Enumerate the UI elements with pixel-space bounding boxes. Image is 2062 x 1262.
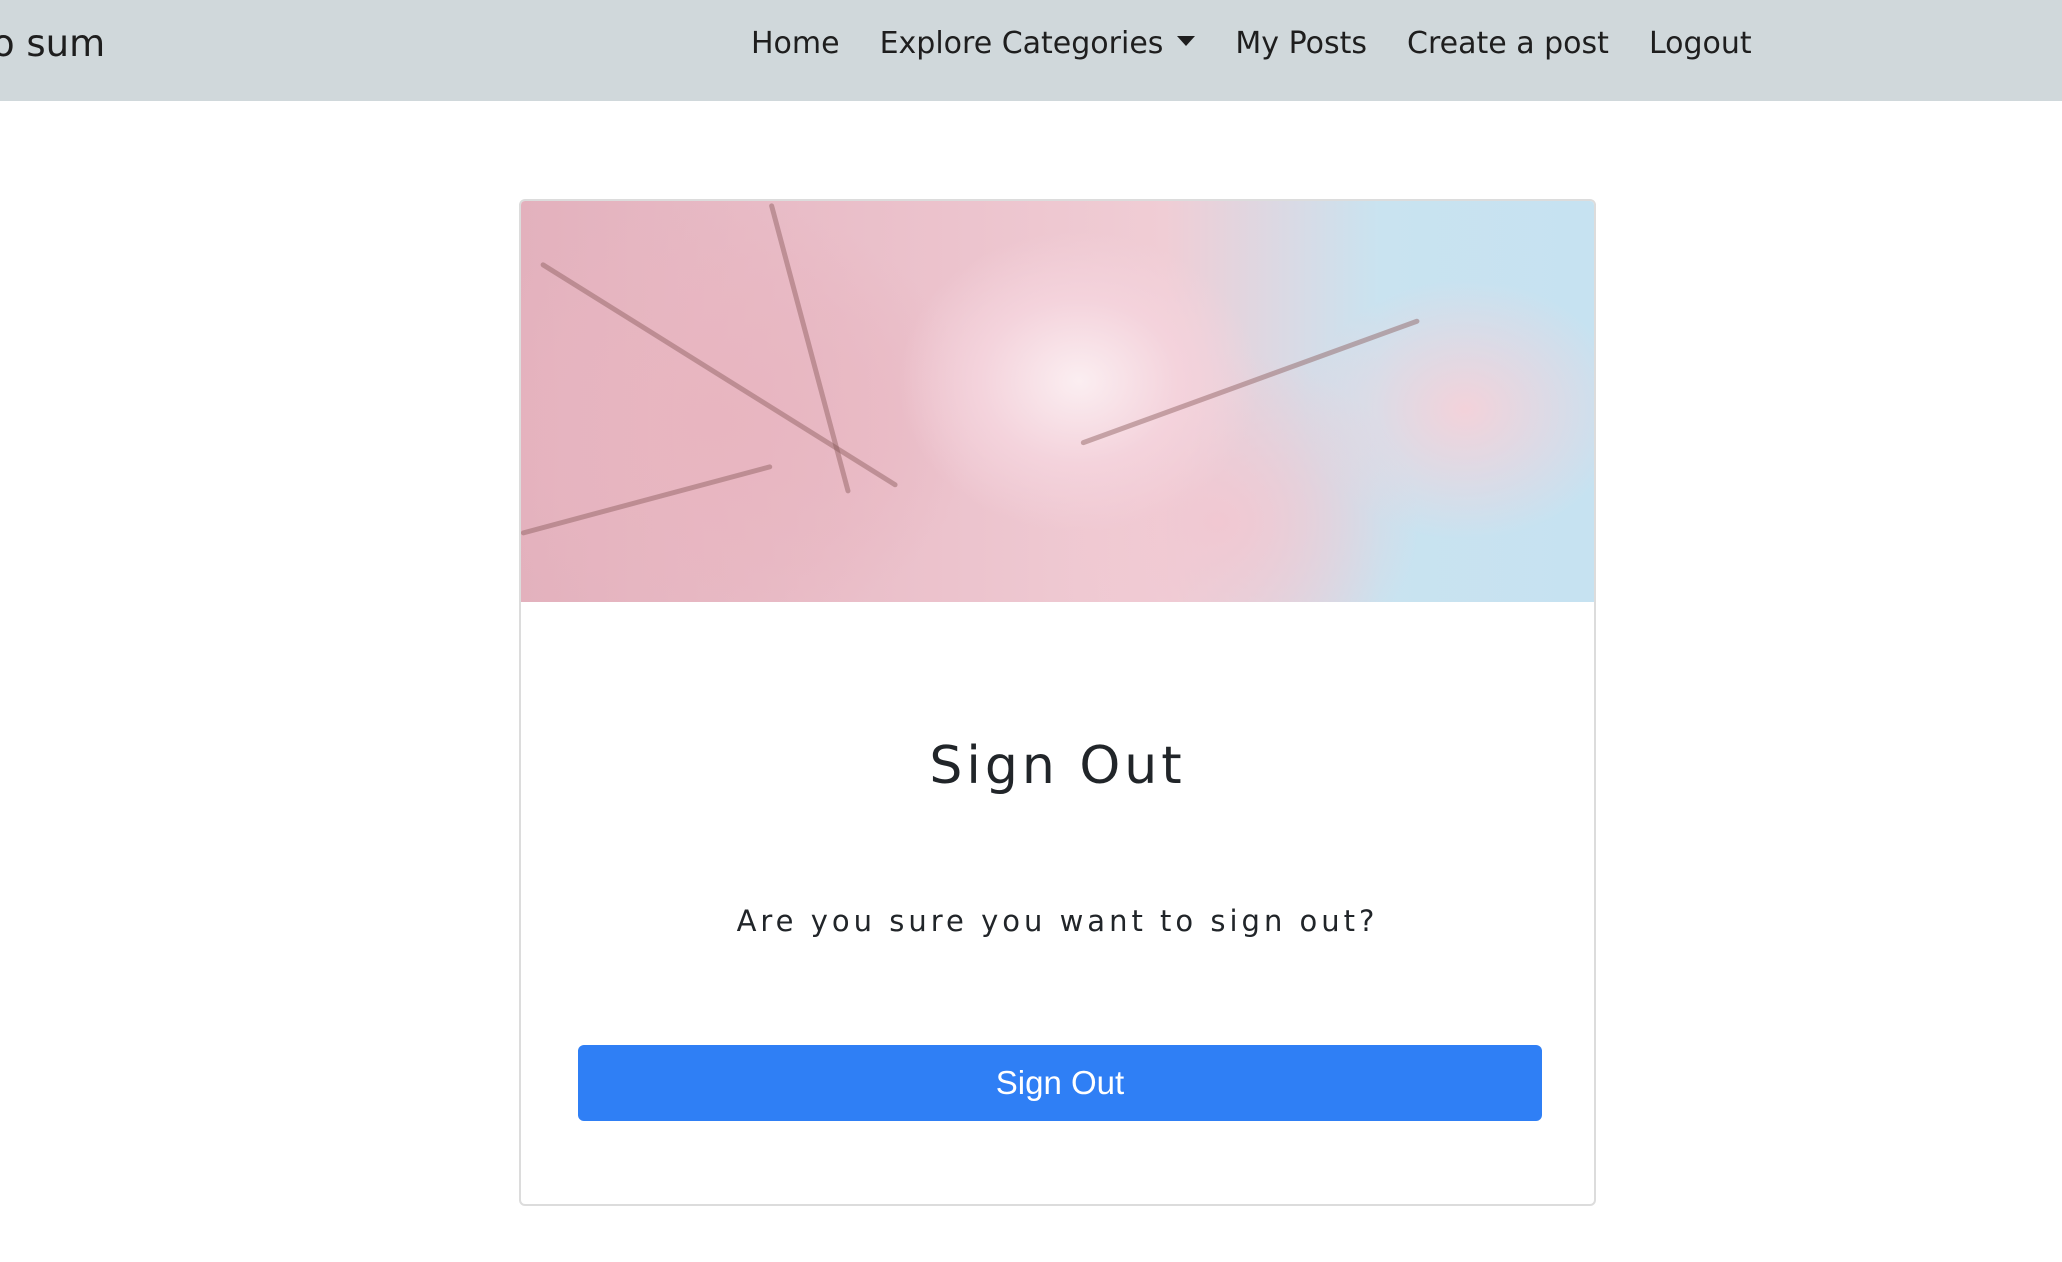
nav-create-post[interactable]: Create a post <box>1407 26 1609 61</box>
sign-out-card: Sign Out Are you sure you want to sign o… <box>519 199 1596 1206</box>
nav-home[interactable]: Home <box>751 26 840 61</box>
nav-explore-categories-label: Explore Categories <box>879 26 1164 61</box>
sign-out-message: Are you sure you want to sign out? <box>736 904 1379 938</box>
nav-explore-categories-dropdown[interactable]: Explore Categories <box>880 26 1196 61</box>
caret-down-icon <box>1177 35 1196 46</box>
nav-logout[interactable]: Logout <box>1649 26 1752 61</box>
sign-out-button[interactable]: Sign Out <box>578 1045 1542 1121</box>
navbar: o sum Home Explore Categories My Posts C… <box>0 0 2062 101</box>
cherry-blossom-image <box>521 201 1594 602</box>
sign-out-heading: Sign Out <box>929 736 1186 796</box>
nav-my-posts[interactable]: My Posts <box>1235 26 1367 61</box>
nav-menu: Home Explore Categories My Posts Create … <box>751 26 1752 61</box>
brand-link[interactable]: o sum <box>0 22 105 65</box>
